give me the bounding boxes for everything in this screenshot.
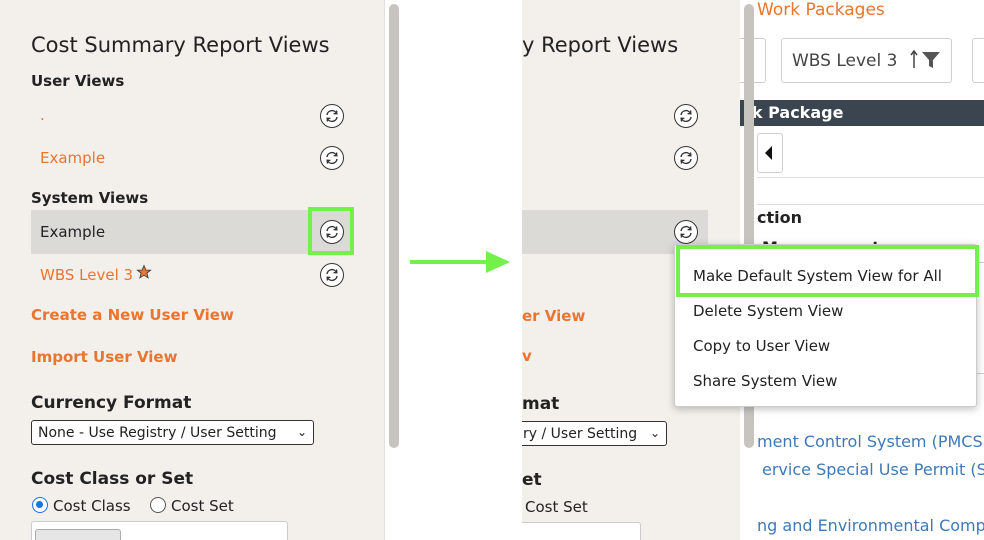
work-package-link[interactable]: ervice Special Use Permit (SU bbox=[762, 460, 984, 479]
sync-icon[interactable] bbox=[674, 104, 698, 128]
cost-class-heading: Cost Class or Set bbox=[31, 469, 194, 489]
menu-item-copy-to-user-view[interactable]: Copy to User View bbox=[693, 337, 830, 355]
radio-cost-class[interactable] bbox=[32, 497, 48, 513]
create-user-view-link[interactable]: Create a New User View bbox=[31, 306, 234, 324]
system-views-heading: System Views bbox=[31, 189, 149, 207]
bottom-input[interactable] bbox=[31, 521, 288, 540]
filter-value: WBS Level 3 bbox=[792, 51, 898, 71]
user-view-item[interactable]: . bbox=[40, 106, 45, 124]
table-header-label: rk Package bbox=[744, 103, 844, 122]
sync-icon[interactable] bbox=[320, 220, 344, 244]
section-label: ction bbox=[757, 208, 802, 227]
sync-icon[interactable] bbox=[674, 220, 698, 244]
chevron-down-icon: ⌄ bbox=[649, 426, 660, 440]
filter-box-right bbox=[972, 38, 984, 83]
radio-cost-set[interactable] bbox=[150, 497, 166, 513]
sync-icon[interactable] bbox=[674, 146, 698, 170]
menu-item-share-system-view[interactable]: Share System View bbox=[693, 372, 837, 390]
menu-item-delete-system-view[interactable]: Delete System View bbox=[693, 302, 843, 320]
import-user-view-link-partial[interactable]: v bbox=[522, 347, 532, 365]
currency-format-heading: Currency Format bbox=[31, 393, 192, 413]
sync-icon[interactable] bbox=[320, 104, 344, 128]
radio-cost-set-label: Cost Set bbox=[525, 498, 588, 516]
sync-icon[interactable] bbox=[320, 263, 344, 287]
row-divider bbox=[757, 204, 984, 205]
row-divider bbox=[757, 177, 984, 178]
system-view-item[interactable]: Example bbox=[40, 223, 105, 241]
panel-title: Cost Summary Report Views bbox=[31, 33, 330, 57]
filter-box[interactable]: WBS Level 3 bbox=[781, 38, 952, 83]
user-view-item[interactable]: Example bbox=[40, 149, 105, 167]
panel-title-partial: y Report Views bbox=[522, 33, 679, 57]
user-views-heading: User Views bbox=[31, 72, 125, 90]
radio-cost-class-label: Cost Class bbox=[53, 497, 131, 515]
star-icon bbox=[136, 264, 152, 284]
currency-format-select[interactable]: ry / User Setting ⌄ bbox=[522, 421, 667, 446]
currency-format-value: None - Use Registry / User Setting bbox=[38, 425, 277, 441]
sync-icon[interactable] bbox=[320, 146, 344, 170]
currency-format-value-partial: ry / User Setting bbox=[523, 426, 638, 442]
system-view-item[interactable]: WBS Level 3 bbox=[40, 266, 133, 284]
bottom-input[interactable] bbox=[522, 522, 641, 540]
sort-icon bbox=[910, 48, 944, 76]
work-package-link[interactable]: ment Control System (PMCS bbox=[757, 432, 983, 451]
left-views-panel: Cost Summary Report Views User Views . E… bbox=[0, 0, 384, 540]
collapse-button[interactable] bbox=[757, 133, 783, 173]
currency-format-select[interactable]: None - Use Registry / User Setting ⌄ bbox=[31, 420, 314, 445]
radio-cost-set-label: Cost Set bbox=[171, 497, 234, 515]
currency-format-heading-partial: mat bbox=[522, 394, 560, 414]
arrow-right-icon bbox=[408, 250, 512, 274]
scrollbar[interactable] bbox=[389, 4, 399, 448]
create-user-view-link-partial[interactable]: er View bbox=[522, 307, 585, 325]
divider bbox=[384, 0, 385, 540]
page-header: Work Packages bbox=[757, 0, 885, 20]
highlight-box bbox=[676, 245, 979, 297]
chevron-down-icon: ⌄ bbox=[296, 425, 307, 439]
work-package-link[interactable]: ng and Environmental Comp bbox=[757, 516, 984, 535]
cost-class-heading-partial: et bbox=[522, 470, 542, 490]
import-user-view-link[interactable]: Import User View bbox=[31, 348, 177, 366]
table-header-bar: rk Package bbox=[740, 100, 984, 126]
